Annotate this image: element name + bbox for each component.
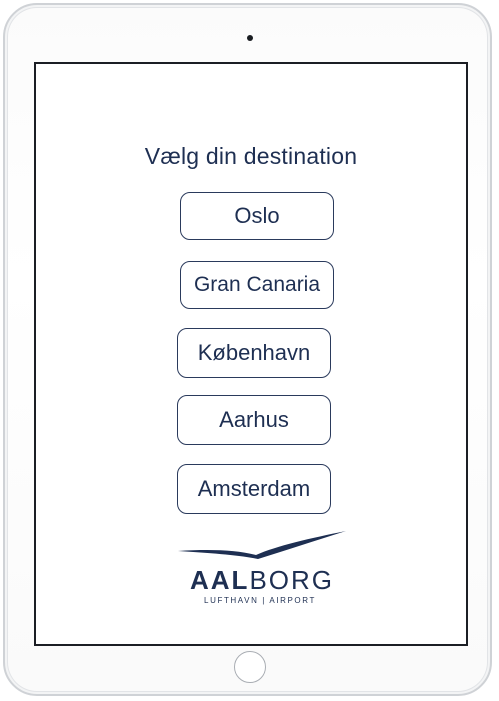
destination-button-aarhus[interactable]: Aarhus	[177, 395, 331, 445]
aalborg-airport-logo: AALBORG LUFTHAVN | AIRPORT	[176, 528, 346, 608]
logo-subtitle: LUFTHAVN | AIRPORT	[204, 596, 316, 605]
destination-button-kobenhavn[interactable]: København	[177, 328, 331, 378]
camera-icon	[247, 35, 253, 41]
page-title: Vælg din destination	[144, 143, 358, 169]
app-screen: Vælg din destination Oslo Gran Canaria K…	[34, 62, 468, 646]
destination-button-gran-canaria[interactable]: Gran Canaria	[180, 261, 334, 309]
destination-button-oslo[interactable]: Oslo	[180, 192, 334, 240]
logo-wordmark: AALBORG	[190, 565, 335, 595]
home-button[interactable]	[234, 651, 266, 683]
destination-button-amsterdam[interactable]: Amsterdam	[177, 464, 331, 514]
runway-swoosh-icon	[178, 531, 346, 559]
tablet-frame: Vælg din destination Oslo Gran Canaria K…	[3, 3, 492, 696]
